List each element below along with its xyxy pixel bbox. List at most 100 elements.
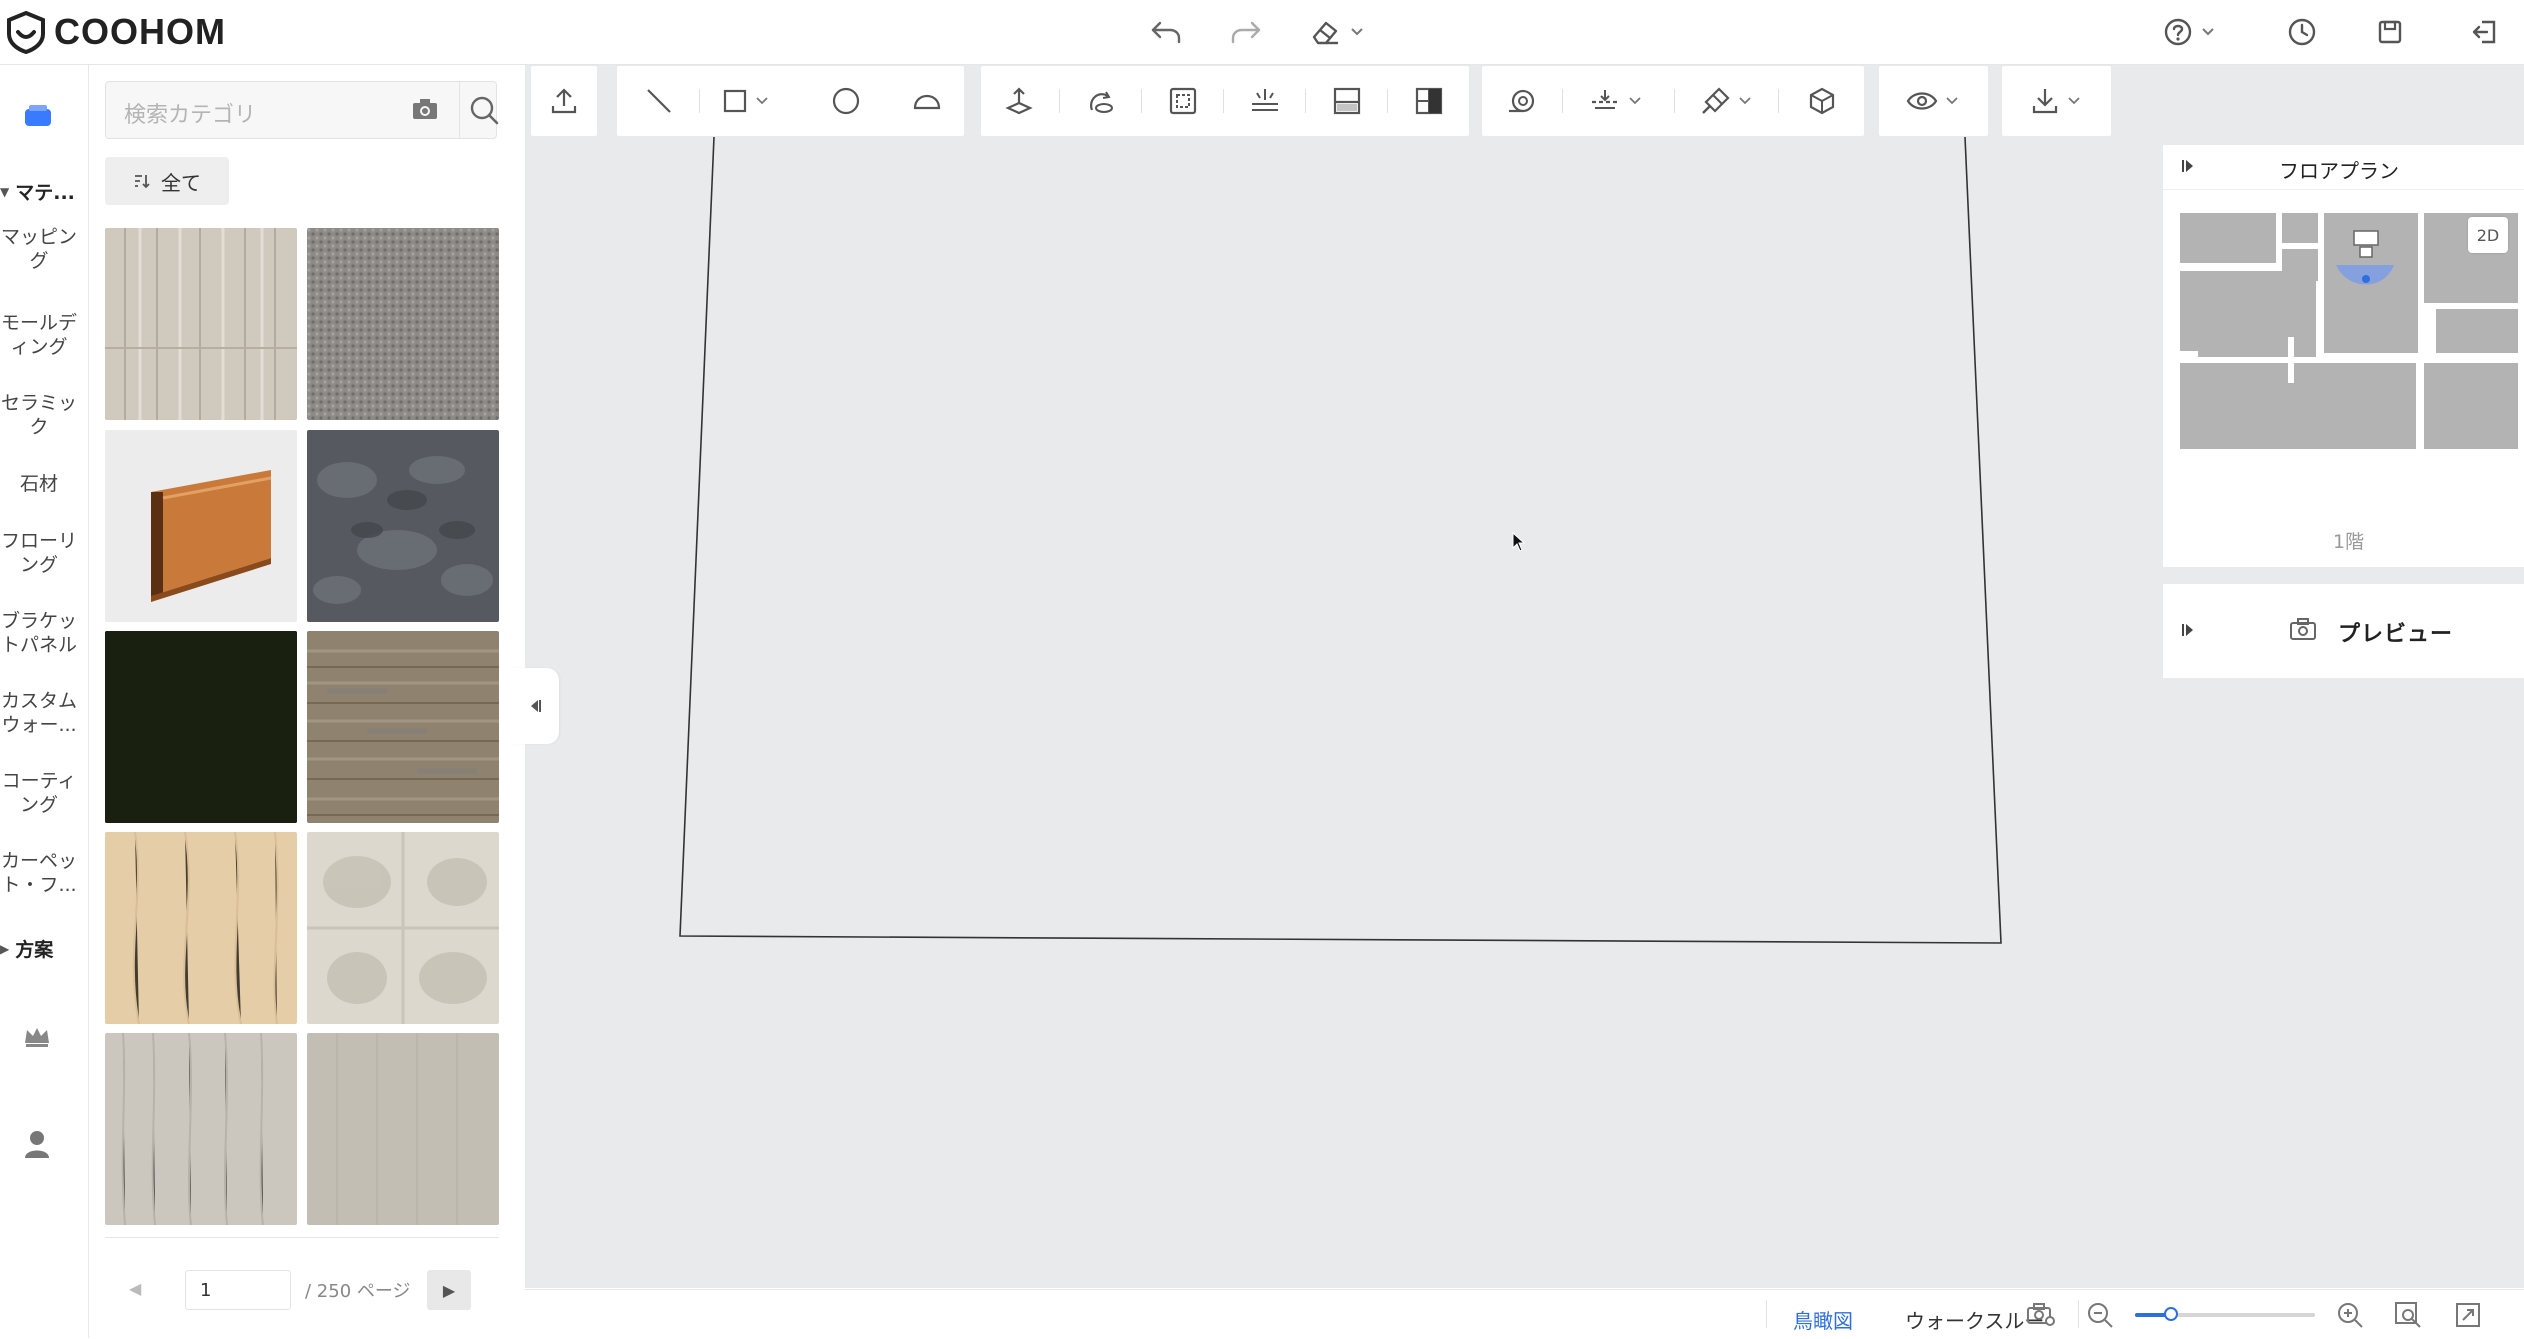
toolbar-divider — [1305, 89, 1306, 113]
measure-tool[interactable] — [1502, 81, 1542, 121]
zoom-out-button[interactable] — [2085, 1300, 2115, 1330]
search-input[interactable]: 検索カテゴリ — [124, 97, 256, 129]
rotate-tool[interactable] — [1081, 81, 1121, 121]
extrude-tool[interactable] — [999, 81, 1039, 121]
view-mode-2d-badge[interactable]: 2D — [2468, 217, 2508, 253]
exit-button[interactable] — [2464, 12, 2504, 52]
visibility-tool[interactable] — [1897, 81, 1967, 121]
expand-floorplan-button[interactable] — [2179, 157, 2197, 175]
zoom-fit-icon — [2395, 1302, 2421, 1328]
preview-title[interactable]: プレビュー — [2338, 616, 2453, 648]
extrude-icon — [1005, 87, 1033, 115]
floorplan-title: フロアプラン — [2279, 159, 2399, 183]
floor-label[interactable]: 1階 — [2333, 527, 2364, 554]
help-button[interactable] — [2156, 12, 2222, 52]
bottom-bar: 鳥瞰図 ウォークスルー — [525, 1289, 2524, 1339]
material-tile[interactable] — [105, 1033, 297, 1225]
page-number-input[interactable]: 1 — [185, 1270, 291, 1310]
download-icon — [2032, 89, 2058, 114]
split-tool[interactable] — [1327, 81, 1367, 121]
nav-item-carpet[interactable]: カーペット・フ... — [0, 849, 78, 897]
mouse-cursor-icon — [1512, 532, 1526, 552]
history-button[interactable] — [2282, 12, 2322, 52]
redo-button[interactable] — [1226, 12, 1266, 52]
eraser-icon — [1312, 21, 1338, 45]
download-tool[interactable] — [2020, 81, 2090, 121]
eraser-button[interactable] — [1306, 12, 1368, 52]
zoom-in-button[interactable] — [2335, 1300, 2365, 1330]
fullscreen-button[interactable] — [2453, 1300, 2483, 1330]
chevron-down-icon — [1739, 97, 1751, 105]
section-materials[interactable]: ▼ マテ... — [0, 178, 75, 205]
material-tile[interactable] — [105, 430, 297, 622]
help-icon — [2164, 18, 2192, 46]
search-button[interactable] — [468, 94, 500, 126]
floorplan-minimap[interactable] — [2178, 213, 2518, 453]
material-panel: 検索カテゴリ 全て ◀ 1 / 250 ページ ▶ — [89, 65, 509, 1338]
nav-item-mapping[interactable]: マッピング — [0, 225, 78, 273]
nav-item-coating[interactable]: コーティング — [0, 769, 78, 817]
nav-item-stone[interactable]: 石材 — [0, 472, 78, 496]
collapse-panel-button[interactable] — [511, 668, 559, 744]
nav-item-custom-wall[interactable]: カスタムウォー... — [0, 689, 78, 737]
chevron-down-icon — [1351, 28, 1363, 36]
material-tile[interactable] — [307, 1033, 499, 1225]
arc-icon — [913, 94, 941, 110]
material-thumbnail — [105, 631, 297, 823]
select-area-tool[interactable] — [1163, 81, 1203, 121]
material-tile[interactable] — [105, 228, 297, 420]
upload-tool[interactable] — [544, 81, 584, 121]
nav-item-flooring[interactable]: フローリング — [0, 529, 78, 577]
material-tile[interactable] — [307, 832, 499, 1024]
expand-preview-button[interactable] — [2179, 621, 2197, 639]
view-walkthrough-tab[interactable]: ウォークスルー — [1905, 1305, 2044, 1334]
pagination: ◀ 1 / 250 ページ ▶ — [89, 1265, 509, 1325]
next-page-button[interactable]: ▶ — [427, 1270, 471, 1310]
align-tool[interactable] — [1582, 81, 1648, 121]
nav-item-moulding[interactable]: モールディング — [0, 311, 78, 359]
undo-button[interactable] — [1146, 12, 1186, 52]
arc-tool[interactable] — [907, 81, 947, 121]
materials-nav-button[interactable] — [22, 101, 54, 131]
line-tool[interactable] — [639, 81, 679, 121]
zoom-slider[interactable] — [2135, 1307, 2315, 1321]
material-tile[interactable] — [105, 631, 297, 823]
filter-all-button[interactable]: 全て — [105, 157, 229, 205]
camera-settings-icon — [2027, 1303, 2055, 1326]
account-button[interactable] — [22, 1128, 52, 1160]
rectangle-tool[interactable] — [717, 81, 773, 121]
nav-item-bracket-panel[interactable]: ブラケットパネル — [0, 609, 78, 657]
section-plan[interactable]: ▶ 方案 — [0, 935, 53, 962]
material-brush-tool[interactable] — [1409, 81, 1449, 121]
eye-icon — [1906, 92, 1938, 110]
save-button[interactable] — [2370, 12, 2410, 52]
zoom-fit-button[interactable] — [2393, 1300, 2423, 1330]
paint-tool[interactable] — [1692, 81, 1758, 121]
view-birdseye-tab[interactable]: 鳥瞰図 — [1793, 1305, 1853, 1334]
circle-tool[interactable] — [826, 81, 866, 121]
zoom-slider-handle[interactable] — [2164, 1307, 2178, 1321]
material-tile[interactable] — [105, 832, 297, 1024]
material-tile[interactable] — [307, 430, 499, 622]
toolbar-divider — [1223, 89, 1224, 113]
section-plan-label: 方案 — [15, 939, 54, 961]
collapse-left-icon — [531, 700, 541, 712]
search-icon — [470, 96, 499, 125]
exit-icon — [2472, 20, 2496, 44]
app-logo[interactable]: COOHOM — [4, 10, 226, 54]
image-search-button[interactable] — [411, 97, 439, 121]
material-tile[interactable] — [307, 631, 499, 823]
preview-camera-button[interactable] — [2288, 616, 2318, 642]
chevron-down-icon — [2202, 28, 2214, 36]
material-thumbnail — [307, 631, 499, 823]
premium-button[interactable] — [22, 1023, 52, 1049]
3d-model-tool[interactable] — [1802, 81, 1842, 121]
nav-item-ceramic[interactable]: セラミック — [0, 391, 78, 439]
offset-tool[interactable] — [1245, 81, 1285, 121]
rectangle-icon — [723, 89, 747, 113]
material-tile[interactable] — [307, 228, 499, 420]
tile-pattern-icon — [1415, 87, 1443, 115]
prev-page-button[interactable]: ◀ — [129, 1279, 141, 1298]
material-thumbnail — [105, 1033, 297, 1225]
screenshot-button[interactable] — [2025, 1300, 2057, 1328]
